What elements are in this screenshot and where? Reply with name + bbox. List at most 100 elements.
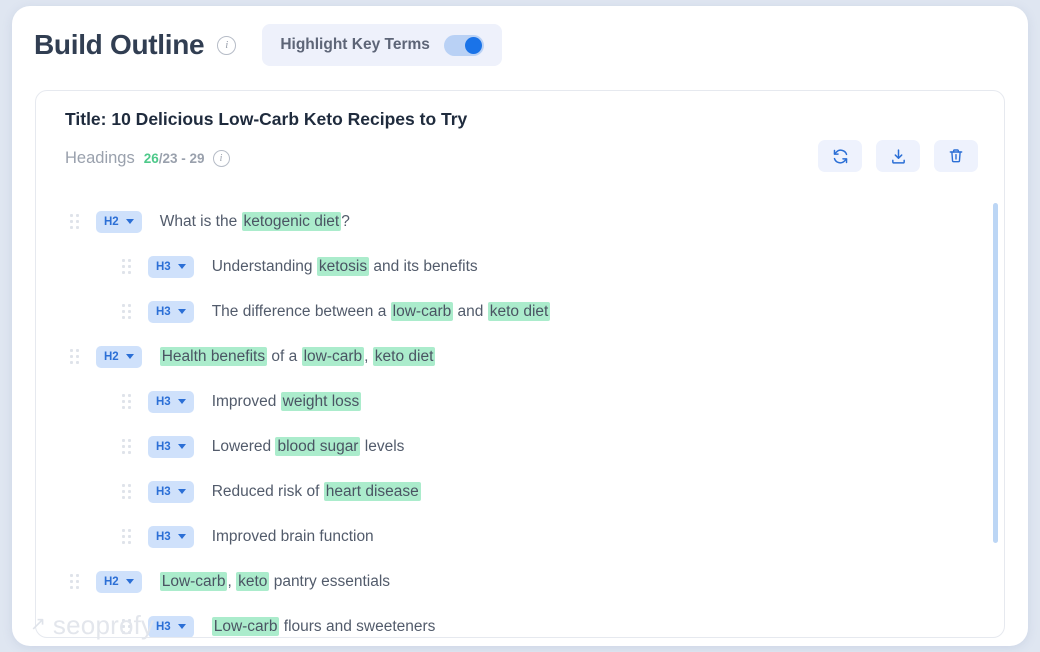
heading-level-label: H3	[156, 530, 171, 543]
heading-level-select-h3[interactable]: H3	[148, 480, 194, 503]
outline-row[interactable]: H3 Reduced risk of heart disease	[36, 469, 1004, 514]
headings-meta: Headings 26/23 - 29 i	[65, 149, 230, 168]
heading-text[interactable]: Improved brain function	[212, 528, 374, 546]
outline-row[interactable]: H2 Health benefits of a low-carb, keto di…	[36, 334, 1004, 379]
heading-text[interactable]: What is the ketogenic diet?	[159, 211, 350, 231]
heading-level-select-h3[interactable]: H3	[148, 300, 194, 323]
heading-text-part: Understanding	[211, 257, 317, 275]
outline-list: H2 What is the ketogenic diet? H3 Understan…	[36, 191, 1004, 637]
outline-row[interactable]: H2 Low-carb, keto pantry essentials	[36, 559, 1004, 604]
heading-level-select-h3[interactable]: H3	[148, 435, 194, 458]
download-button[interactable]	[876, 140, 920, 172]
headings-count: 26/23 - 29	[144, 151, 205, 166]
headings-info-circle-icon[interactable]: i	[212, 150, 230, 167]
headings-current: 26	[143, 151, 159, 166]
refresh-icon	[833, 148, 847, 164]
heading-level-select-h3[interactable]: H3	[148, 255, 194, 278]
heading-text-part: flours and sweeteners	[279, 617, 436, 635]
heading-text-part: of a	[267, 347, 302, 365]
outline-row[interactable]: H3 Lowered blood sugar levels	[36, 424, 1004, 469]
heading-level-label: H3	[156, 485, 171, 498]
headings-range: /23 - 29	[158, 151, 205, 166]
key-term-highlight: Low-carb	[159, 571, 228, 591]
heading-text[interactable]: Low-carb flours and sweeteners	[211, 616, 436, 636]
heading-text[interactable]: The difference between a low-carb and ke…	[211, 301, 551, 321]
heading-text[interactable]: Low-carb, keto pantry essentials	[159, 571, 391, 591]
toggle-switch[interactable]	[443, 34, 484, 56]
outline-row[interactable]: H3 Understanding ketosis and its benefits	[36, 244, 1004, 289]
outline-row[interactable]: H3 Improved weight loss	[36, 379, 1004, 424]
heading-level-select-h3[interactable]: H3	[148, 525, 194, 548]
drag-handle-icon[interactable]	[122, 303, 131, 320]
app-window: Build Outline i Highlight Key Terms Titl…	[12, 6, 1028, 646]
heading-text[interactable]: Improved weight loss	[211, 391, 362, 411]
info-circle-icon[interactable]: i	[217, 35, 237, 55]
heading-text-part: levels	[360, 437, 405, 455]
heading-text-part: and	[453, 302, 488, 320]
heading-level-select-h3[interactable]: H3	[148, 390, 194, 413]
heading-level-select-h2[interactable]: H2	[96, 570, 142, 593]
outline-row[interactable]: H3 Low-carb flours and sweeteners	[36, 604, 1004, 637]
heading-level-label: H2	[104, 350, 119, 363]
heading-text-part: What is the	[159, 212, 242, 230]
heading-level-select-h2[interactable]: H2	[96, 210, 142, 233]
chevron-down-icon	[177, 534, 186, 539]
heading-text-part: ?	[341, 212, 350, 230]
outline-row[interactable]: H3 The difference between a low-carb and …	[36, 289, 1004, 334]
heading-level-label: H3	[156, 395, 171, 408]
key-term-highlight: ketogenic diet	[241, 211, 342, 231]
vertical-scrollbar[interactable]	[993, 203, 998, 543]
heading-text-part: The difference between a	[211, 302, 391, 320]
heading-text[interactable]: Health benefits of a low-carb, keto diet	[159, 346, 436, 366]
drag-handle-icon[interactable]	[122, 483, 131, 500]
heading-text-part: Lowered	[211, 437, 276, 455]
key-term-highlight: Health benefits	[159, 346, 268, 366]
heading-level-label: H2	[104, 575, 119, 588]
heading-level-select-h2[interactable]: H2	[96, 345, 142, 368]
drag-handle-icon[interactable]	[122, 528, 131, 545]
chevron-down-icon	[177, 309, 186, 314]
scrollbar-track[interactable]	[993, 99, 998, 629]
highlight-key-terms-toggle[interactable]: Highlight Key Terms	[262, 24, 502, 66]
heading-text-part: and its benefits	[369, 257, 478, 275]
heading-text-part: ,	[227, 572, 237, 590]
key-term-highlight: heart disease	[323, 481, 421, 501]
outline-row[interactable]: H3 Improved brain function	[36, 514, 1004, 559]
outline-actions	[818, 140, 978, 172]
heading-text-part: Improved	[211, 392, 281, 410]
chevron-down-icon	[177, 264, 186, 269]
chevron-down-icon	[125, 354, 134, 359]
key-term-highlight: blood sugar	[275, 436, 361, 456]
refresh-button[interactable]	[818, 140, 862, 172]
drag-handle-icon[interactable]	[70, 213, 79, 230]
heading-text[interactable]: Reduced risk of heart disease	[211, 481, 421, 501]
chevron-down-icon	[177, 399, 186, 404]
highlight-key-terms-label: Highlight Key Terms	[280, 36, 430, 53]
heading-text[interactable]: Lowered blood sugar levels	[211, 436, 405, 456]
key-term-highlight: low-carb	[390, 301, 454, 321]
drag-handle-icon[interactable]	[70, 348, 79, 365]
heading-level-select-h3[interactable]: H3	[148, 615, 194, 637]
drag-handle-icon[interactable]	[122, 438, 131, 455]
heading-text-part: ,	[364, 347, 373, 365]
key-term-highlight: keto diet	[487, 301, 551, 321]
heading-level-label: H3	[156, 620, 171, 633]
delete-button[interactable]	[934, 140, 978, 172]
outline-row[interactable]: H2 What is the ketogenic diet?	[36, 199, 1004, 244]
drag-handle-icon[interactable]	[122, 393, 131, 410]
drag-handle-icon[interactable]	[122, 258, 131, 275]
heading-text[interactable]: Understanding ketosis and its benefits	[211, 256, 478, 276]
chevron-down-icon	[177, 444, 186, 449]
outline-card: Title: 10 Delicious Low-Carb Keto Recipe…	[35, 90, 1005, 638]
headings-label: Headings	[65, 149, 135, 167]
heading-text-part: Improved brain function	[211, 527, 374, 545]
heading-text-part: pantry essentials	[269, 572, 391, 590]
drag-handle-icon[interactable]	[122, 618, 131, 635]
chevron-down-icon	[125, 579, 134, 584]
key-term-highlight: Low-carb	[211, 616, 280, 636]
download-icon	[891, 148, 905, 164]
chevron-down-icon	[177, 489, 186, 494]
drag-handle-icon[interactable]	[70, 573, 79, 590]
heading-text-part: Reduced risk of	[211, 482, 324, 500]
key-term-highlight: keto diet	[372, 346, 436, 366]
